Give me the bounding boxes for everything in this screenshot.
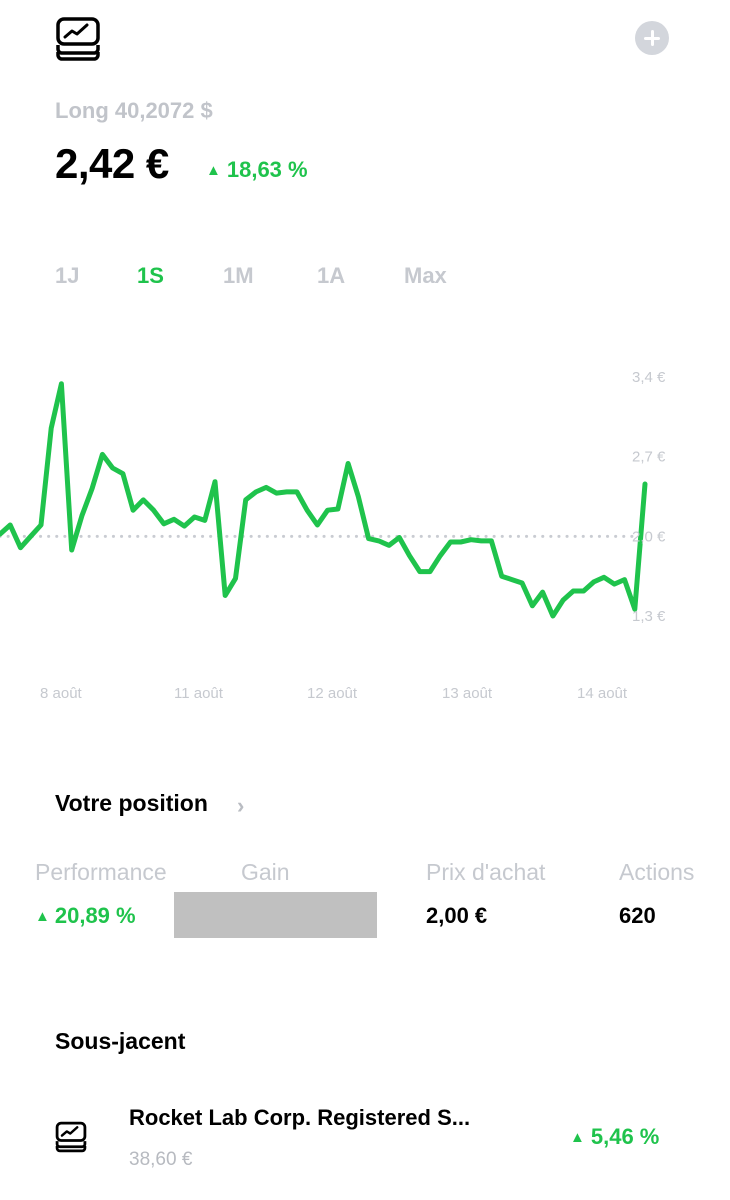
add-button[interactable] [635, 21, 669, 55]
up-triangle-icon: ▲ [570, 1129, 585, 1146]
gain-redacted-box [174, 892, 377, 938]
product-subtitle: Long 40,2072 $ [55, 98, 213, 123]
underlying-change-value: 5,46 % [590, 1124, 660, 1149]
x-tick-label: 13 août [442, 685, 493, 702]
price-series-line [0, 381, 648, 619]
tab-1j[interactable]: 1J [55, 263, 79, 289]
tab-1s[interactable]: 1S [137, 263, 164, 289]
gain-label: Gain [241, 859, 290, 885]
tab-1a[interactable]: 1A [317, 263, 345, 289]
purchase-price-value: 2,00 € [426, 903, 488, 928]
price-chart[interactable]: 3,4 € 2,7 € 2,0 € 1,3 € 8 août 11 août 12 août… [0, 350, 730, 720]
chevron-right-icon[interactable]: › [237, 793, 244, 819]
up-triangle-icon: ▲ [35, 908, 50, 925]
tab-max[interactable]: Max [404, 263, 447, 289]
shares-label: Actions [619, 859, 695, 885]
up-triangle-icon: ▲ [206, 162, 221, 179]
performance-value: ▲ 20,89 % [35, 903, 136, 929]
underlying-name[interactable]: Rocket Lab Corp. Registered S... [129, 1105, 470, 1131]
y-tick-label: 2,0 € [632, 528, 666, 545]
app-logo-icon [55, 16, 101, 62]
x-tick-label: 14 août [577, 685, 628, 702]
x-tick-label: 12 août [307, 685, 358, 702]
performance-value-text: 20,89 % [54, 903, 136, 928]
price-change-value: 18,63 % [226, 157, 308, 182]
range-tabs: 1J 1S 1M 1A Max [55, 263, 515, 293]
current-price: 2,42 € [55, 140, 169, 187]
underlying-title: Sous-jacent [55, 1028, 186, 1054]
y-tick-label: 2,7 € [632, 449, 666, 466]
underlying-logo-icon[interactable] [55, 1121, 87, 1153]
tab-1m[interactable]: 1M [223, 263, 254, 289]
performance-label: Performance [35, 859, 167, 885]
shares-value: 620 [619, 903, 656, 928]
x-tick-label: 8 août [40, 685, 83, 702]
position-title[interactable]: Votre position [55, 790, 208, 817]
price-change: ▲ 18,63 % [206, 157, 308, 183]
underlying-price: 38,60 € [129, 1149, 193, 1170]
y-tick-label: 1,3 € [632, 608, 666, 625]
y-tick-label: 3,4 € [632, 369, 666, 386]
x-tick-label: 11 août [174, 685, 224, 702]
purchase-price-label: Prix d'achat [426, 859, 546, 885]
underlying-change: ▲ 5,46 % [570, 1124, 659, 1150]
